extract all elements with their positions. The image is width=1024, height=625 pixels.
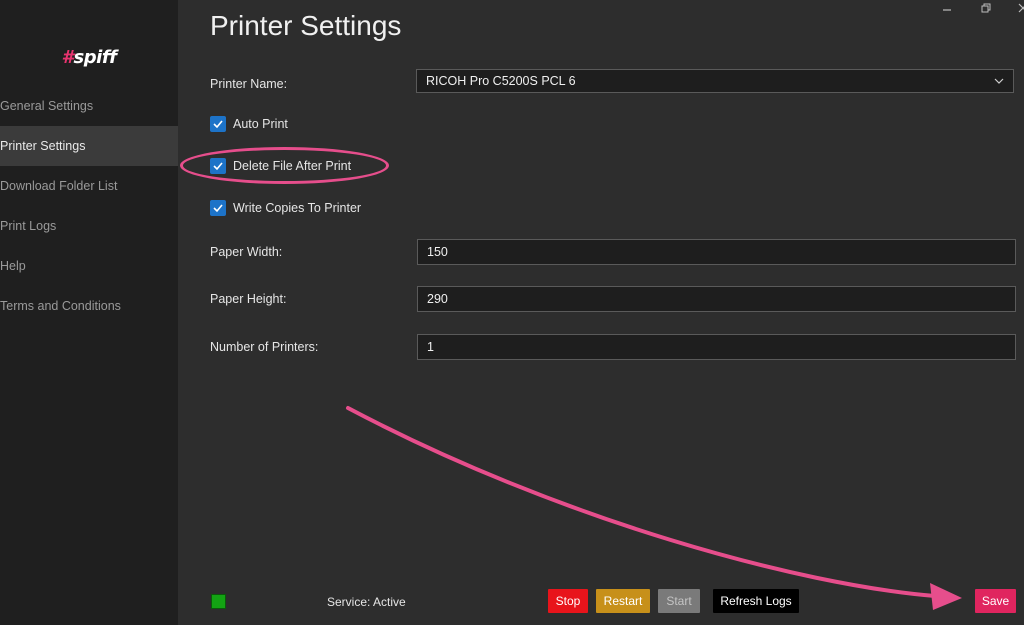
- stop-button[interactable]: Stop: [548, 589, 588, 613]
- restart-button[interactable]: Restart: [596, 589, 650, 613]
- service-status-indicator: [211, 594, 226, 609]
- start-button[interactable]: Start: [658, 589, 700, 613]
- refresh-logs-button[interactable]: Refresh Logs: [713, 589, 799, 613]
- service-status-text: Service: Active: [327, 595, 406, 609]
- annotation-arrow: [346, 406, 962, 610]
- save-button[interactable]: Save: [975, 589, 1016, 613]
